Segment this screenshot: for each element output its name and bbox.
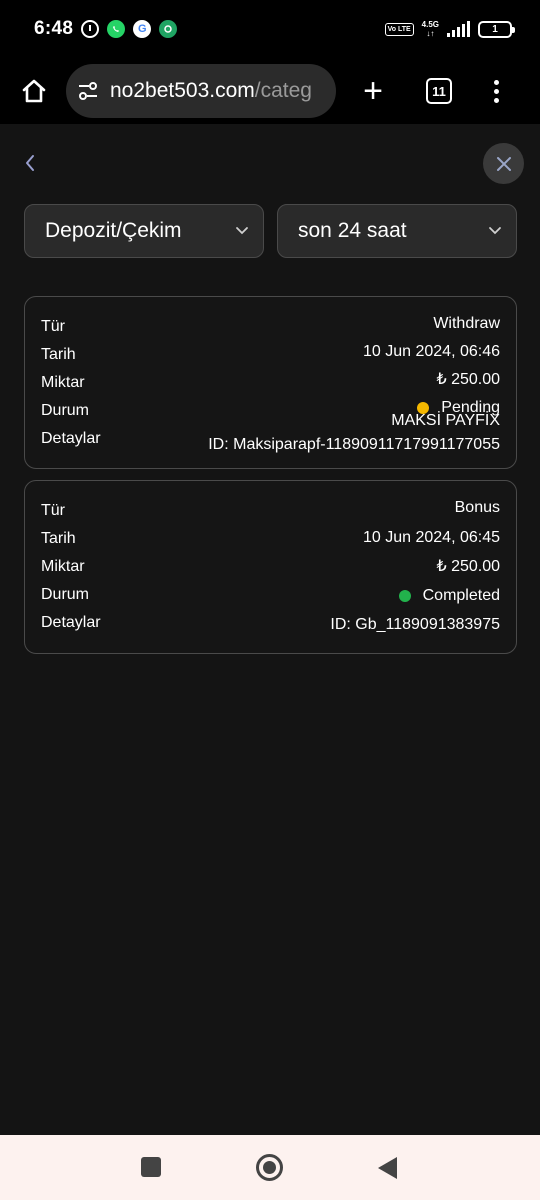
close-button[interactable] xyxy=(483,143,524,184)
details-id: ID: Maksiparapf-11890911717991177055 xyxy=(208,436,500,453)
alarm-icon xyxy=(81,20,100,38)
shield-icon xyxy=(159,20,178,38)
back-button[interactable] xyxy=(24,148,44,178)
home-icon xyxy=(22,79,46,103)
type-label: Tür xyxy=(41,502,65,519)
google-icon: G xyxy=(133,20,152,38)
site-settings-icon[interactable] xyxy=(76,79,100,103)
transaction-details-row: Detaylar MAKSİ PAYFİX ID: Maksiparapf-11… xyxy=(25,412,516,453)
transaction-amount-row: Miktar ₺ 250.00 xyxy=(25,370,516,394)
status-value: Completed xyxy=(398,584,500,608)
status-label: Durum xyxy=(41,586,90,603)
tab-switcher-button[interactable]: 11 xyxy=(426,78,452,104)
date-label: Tarih xyxy=(41,530,76,547)
time-period-value: son 24 saat xyxy=(298,219,407,242)
url-path: /categ xyxy=(254,79,312,102)
home-button[interactable] xyxy=(14,71,54,111)
transaction-type-row: Tür Withdraw xyxy=(25,314,516,338)
network-label: 4.5G xyxy=(421,20,439,29)
address-bar[interactable]: no2bet503.com/categ xyxy=(66,64,336,118)
system-nav-bar xyxy=(0,1135,540,1200)
browser-menu-button[interactable] xyxy=(494,79,499,103)
transaction-card: Tür Withdraw Tarih 10 Jun 2024, 06:46 Mi… xyxy=(24,296,517,469)
type-value: Withdraw xyxy=(433,315,500,332)
chevron-left-icon xyxy=(26,155,34,171)
whatsapp-icon xyxy=(107,20,126,38)
home-nav-button[interactable] xyxy=(256,1154,283,1181)
details-id: ID: Gb_1189091383975 xyxy=(330,616,500,633)
details-label: Detaylar xyxy=(41,430,101,447)
type-value: Bonus xyxy=(454,499,500,516)
amount-value: ₺ 250.00 xyxy=(436,558,500,575)
amount-label: Miktar xyxy=(41,374,85,391)
transaction-details-row: Detaylar ID: Gb_1189091383975 xyxy=(25,610,516,634)
chevron-down-icon xyxy=(489,227,501,235)
date-label: Tarih xyxy=(41,346,76,363)
menu-dot-icon xyxy=(494,88,499,94)
new-tab-button[interactable]: + xyxy=(358,74,388,108)
transaction-date-row: Tarih 10 Jun 2024, 06:46 xyxy=(25,342,516,366)
transaction-type-select[interactable]: Depozit/Çekim xyxy=(24,204,264,258)
status-dot-icon xyxy=(398,590,411,602)
close-icon xyxy=(496,156,511,171)
transaction-amount-row: Miktar ₺ 250.00 xyxy=(25,554,516,578)
amount-label: Miktar xyxy=(41,558,85,575)
status-system-icons: Vo LTE 4.5G ↓↑ 1 xyxy=(384,20,515,38)
type-label: Tür xyxy=(41,318,65,335)
recents-button[interactable] xyxy=(141,1157,161,1177)
menu-dot-icon xyxy=(494,97,499,103)
battery-icon: 1 xyxy=(478,20,515,38)
signal-icon xyxy=(447,21,470,37)
status-label: Durum xyxy=(41,402,90,419)
transaction-type-value: Depozit/Çekim xyxy=(45,219,182,242)
time-period-select[interactable]: son 24 saat xyxy=(277,204,517,258)
network-type: 4.5G ↓↑ xyxy=(422,20,439,38)
transaction-date-row: Tarih 10 Jun 2024, 06:45 xyxy=(25,526,516,550)
url-domain: no2bet503.com xyxy=(110,79,255,102)
status-bar: 6:48 G Vo LTE 4.5G ↓↑ 1 xyxy=(0,0,540,58)
status-text: Completed xyxy=(422,587,500,604)
url-text[interactable]: no2bet503.com/categ xyxy=(110,79,312,103)
details-label: Detaylar xyxy=(41,614,101,631)
volte-icon: Vo LTE xyxy=(384,22,414,36)
amount-value: ₺ 250.00 xyxy=(436,371,500,388)
transaction-type-row: Tür Bonus xyxy=(25,498,516,522)
app-screen: 6:48 G Vo LTE 4.5G ↓↑ 1 no2bet503.com/ca… xyxy=(0,0,540,1200)
status-time: 6:48 xyxy=(34,18,74,39)
transaction-status-row: Durum Completed xyxy=(25,582,516,606)
date-value: 10 Jun 2024, 06:45 xyxy=(362,529,500,546)
details-provider: MAKSİ PAYFİX xyxy=(391,412,500,429)
back-nav-button[interactable] xyxy=(378,1157,397,1179)
data-arrows-icon: ↓↑ xyxy=(426,29,435,38)
date-value: 10 Jun 2024, 06:46 xyxy=(362,343,500,360)
menu-dot-icon xyxy=(494,79,499,85)
transaction-card: Tür Bonus Tarih 10 Jun 2024, 06:45 Mikta… xyxy=(24,480,517,654)
browser-toolbar: no2bet503.com/categ + 11 xyxy=(0,58,540,124)
chevron-down-icon xyxy=(236,227,248,235)
status-notification-icons: G xyxy=(81,20,178,38)
